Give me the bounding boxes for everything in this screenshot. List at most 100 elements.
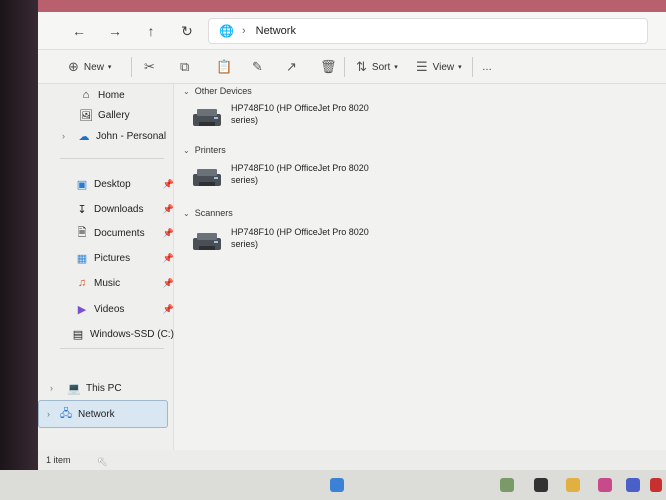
more-label: … [482, 61, 492, 73]
sort-button[interactable]: ⇅ Sort ▾ [356, 56, 398, 78]
sort-label: Sort [371, 61, 391, 73]
arrow-up-icon: ↑ [147, 23, 155, 39]
chevron-right-icon[interactable]: › [50, 383, 53, 393]
list-item[interactable]: HP748F10 (HP OfficeJet Pro 8020 series) [191, 226, 411, 258]
group-header-printers[interactable]: ⌄ Printers [183, 145, 226, 155]
group-header-label: Printers [194, 145, 226, 155]
toolbar-divider [131, 57, 132, 77]
delete-button[interactable]: 🗑 [320, 56, 342, 78]
printer-icon [191, 230, 223, 254]
toolbar-divider [472, 57, 473, 77]
sidebar-divider [60, 348, 164, 349]
network-icon: 🖧 [59, 407, 73, 420]
music-icon: ♫ [77, 277, 87, 289]
chevron-down-icon: ⌄ [183, 208, 190, 218]
trash-icon: 🗑 [320, 59, 337, 74]
teams-icon[interactable] [626, 478, 640, 492]
pin-icon[interactable]: 📌 [163, 278, 174, 289]
refresh-button[interactable]: ↻ [176, 20, 198, 42]
list-item[interactable]: HP748F10 (HP OfficeJet Pro 8020 series) [191, 102, 411, 134]
sidebar-item-label: Home [98, 89, 125, 101]
sidebar-item-label: Gallery [98, 109, 130, 121]
copy-button[interactable]: ⧉ [180, 56, 194, 78]
cut-button[interactable]: ✂ [144, 56, 160, 78]
plus-circle-icon: ⊕ [68, 59, 79, 74]
status-bar: 1 item [38, 450, 666, 470]
sidebar-item-label: John - Personal [96, 130, 167, 142]
more-button[interactable]: … [482, 56, 492, 78]
address-bar[interactable]: 🌐 › Network [208, 18, 648, 44]
item-count: 1 item [46, 455, 71, 465]
chevron-right-icon[interactable]: › [62, 131, 65, 141]
rename-button[interactable]: ✎ [252, 56, 268, 78]
folder-icon[interactable] [566, 478, 580, 492]
file-list: ⌄ Other Devices HP748F10 (HP OfficeJet P… [175, 84, 666, 450]
printer-icon [191, 106, 223, 130]
documents-icon: 🗎 [77, 226, 87, 239]
forward-button[interactable]: → [104, 20, 126, 42]
drive-icon: ▤ [72, 328, 84, 341]
sidebar-item-network[interactable]: › 🖧 Network [38, 400, 168, 428]
pin-icon[interactable]: 📌 [163, 253, 174, 264]
home-icon: ⌂ [82, 89, 90, 101]
pin-icon[interactable]: 📌 [163, 304, 174, 315]
scissors-icon: ✂ [144, 59, 155, 74]
monitor-bezel [0, 0, 40, 500]
app-icon[interactable] [500, 478, 514, 492]
view-icon: ☰ [416, 59, 428, 74]
mouse-cursor-icon: ↖ [97, 454, 108, 469]
sidebar-item-label: Music [94, 277, 121, 289]
sidebar-item-label: Desktop [94, 178, 131, 190]
rename-icon: ✎ [252, 59, 263, 74]
app-icon[interactable] [650, 478, 662, 492]
toolbar-divider [344, 57, 345, 77]
up-button[interactable]: ↑ [140, 20, 162, 42]
view-label: View [432, 61, 455, 73]
pc-icon: 💻 [67, 382, 81, 395]
printer-icon [191, 166, 223, 190]
sort-icon: ⇅ [356, 59, 367, 74]
view-button[interactable]: ☰ View ▾ [416, 56, 462, 78]
sidebar-item-label: Pictures [94, 252, 131, 264]
arrow-left-icon: ← [72, 23, 86, 39]
arrow-right-icon: → [108, 23, 122, 39]
chevron-down-icon: ⌄ [183, 145, 190, 155]
chevron-right-icon: › [47, 409, 50, 419]
paste-icon: 📋 [216, 59, 233, 74]
sidebar-divider [60, 158, 164, 159]
download-icon: ↧ [77, 203, 87, 216]
pin-icon[interactable]: 📌 [163, 204, 174, 215]
device-name: HP748F10 (HP OfficeJet Pro 8020 series) [231, 103, 369, 125]
chevron-down-icon: ⌄ [183, 86, 190, 96]
title-bar [38, 0, 666, 12]
taskbar [0, 470, 666, 500]
copy-icon: ⧉ [180, 59, 190, 74]
chevron-down-icon: ▾ [107, 64, 112, 71]
share-button[interactable]: ↗ [286, 56, 302, 78]
videos-icon: ▶ [77, 303, 87, 316]
app-icon[interactable] [534, 478, 548, 492]
chevron-down-icon: ▾ [394, 64, 398, 71]
command-bar: ⊕ New ▾ ✂ ⧉ 📋 ✎ ↗ 🗑 ⇅ Sort ▾ ☰ View ▾ … [38, 50, 666, 84]
group-header-label: Scanners [194, 208, 233, 218]
group-header-other-devices[interactable]: ⌄ Other Devices [183, 86, 252, 96]
group-header-scanners[interactable]: ⌄ Scanners [183, 208, 233, 218]
navigation-bar: ← → ↑ ↻ 🌐 › Network [38, 12, 666, 50]
app-icon[interactable] [598, 478, 612, 492]
back-button[interactable]: ← [68, 20, 90, 42]
new-button[interactable]: ⊕ New ▾ [68, 56, 111, 78]
chevron-down-icon: ▾ [458, 64, 462, 71]
device-name: HP748F10 (HP OfficeJet Pro 8020 series) [231, 227, 369, 249]
share-icon: ↗ [286, 59, 297, 74]
paste-button[interactable]: 📋 [216, 56, 237, 78]
sidebar-item-label: Network [78, 408, 115, 420]
file-explorer-window: ← → ↑ ↻ 🌐 › Network ⊕ New ▾ ✂ ⧉ 📋 ✎ ↗ 🗑 … [38, 0, 666, 470]
list-item[interactable]: HP748F10 (HP OfficeJet Pro 8020 series) [191, 162, 411, 194]
pin-icon[interactable]: 📌 [163, 179, 174, 190]
sidebar-item-label: This PC [86, 382, 122, 394]
chevron-right-icon: › [241, 25, 246, 37]
pin-icon[interactable]: 📌 [163, 228, 174, 239]
desktop-icon: ▣ [76, 178, 88, 191]
sidebar-item-label: Windows-SSD (C:) [90, 328, 174, 340]
start-icon[interactable] [330, 478, 344, 492]
